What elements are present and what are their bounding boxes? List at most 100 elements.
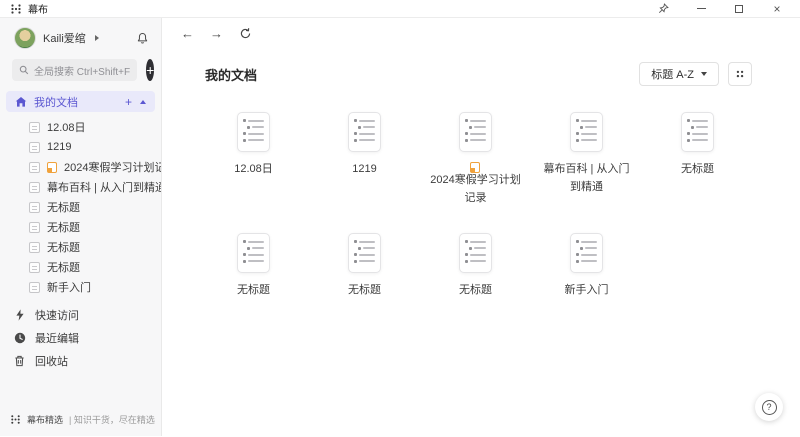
app-title: 幕布 — [28, 1, 48, 16]
document-card[interactable]: 无标题 — [642, 112, 753, 207]
sidebar-doc-item[interactable]: 无标题 — [0, 217, 161, 237]
orange-book-icon — [470, 162, 480, 173]
user-name: Kaili爱绾 — [43, 30, 86, 46]
help-button[interactable]: ? — [755, 393, 783, 421]
sidebar-doc-item[interactable]: 新手入门 — [0, 277, 161, 297]
sidebar-doc-item[interactable]: 2024寒假学习计划记录 — [0, 157, 161, 177]
outline-doc-icon — [681, 112, 714, 152]
card-title: 幕布百科 | 从入门到精通 — [539, 161, 635, 196]
document-icon — [29, 122, 40, 133]
orange-book-icon — [47, 162, 57, 173]
document-icon — [29, 242, 40, 253]
document-card[interactable]: 2024寒假学习计划记录 — [420, 112, 531, 207]
pin-window-icon[interactable] — [656, 3, 670, 15]
app-logo-icon — [10, 3, 22, 15]
mubu-picks-banner[interactable]: 幕布精选 | 知识干货，尽在精选 — [0, 413, 161, 436]
sort-dropdown[interactable]: 标题 A-Z — [639, 62, 719, 86]
outline-doc-icon — [348, 112, 381, 152]
trash-icon — [13, 355, 26, 367]
back-arrow-icon[interactable]: ← — [181, 27, 194, 40]
grid-view-icon — [735, 69, 745, 79]
document-icon — [29, 162, 40, 173]
help-icon: ? — [762, 400, 777, 415]
user-account-row[interactable]: Kaili爱绾 — [0, 18, 161, 54]
sidebar-doc-item[interactable]: 无标题 — [0, 257, 161, 277]
doc-title: 新手入门 — [47, 279, 91, 295]
doc-title: 无标题 — [47, 199, 80, 215]
sidebar-doc-item[interactable]: 幕布百科 | 从入门到精通 — [0, 177, 161, 197]
add-doc-icon[interactable]: + — [125, 96, 132, 108]
document-card[interactable]: 无标题 — [309, 233, 420, 300]
document-card[interactable]: 幕布百科 | 从入门到精通 — [531, 112, 642, 207]
search-placeholder: 全局搜索 Ctrl+Shift+F — [34, 63, 130, 78]
doc-title: 幕布百科 | 从入门到精通 — [47, 179, 161, 195]
outline-doc-icon — [237, 112, 270, 152]
sidebar-item-trash[interactable]: 回收站 — [0, 349, 161, 372]
outline-doc-icon — [570, 233, 603, 273]
document-icon — [29, 142, 40, 153]
sidebar-item-quick-access[interactable]: 快速访问 — [0, 303, 161, 326]
sidebar-doc-item[interactable]: 12.08日 — [0, 117, 161, 137]
doc-title: 2024寒假学习计划记录 — [64, 159, 161, 175]
sidebar-doc-item[interactable]: 无标题 — [0, 237, 161, 257]
sidebar-doc-item[interactable]: 1219 — [0, 137, 161, 157]
outline-doc-icon — [459, 233, 492, 273]
refresh-icon[interactable] — [239, 27, 252, 40]
window-titlebar: 幕布 × — [0, 0, 800, 18]
global-search-input[interactable]: 全局搜索 Ctrl+Shift+F — [12, 59, 137, 81]
outline-doc-icon — [570, 112, 603, 152]
clock-icon — [13, 332, 26, 344]
new-document-button[interactable]: + — [146, 59, 154, 81]
card-title: 无标题 — [348, 282, 381, 300]
document-icon — [29, 262, 40, 273]
doc-title: 无标题 — [47, 239, 80, 255]
minimize-icon[interactable] — [694, 3, 708, 15]
doc-title: 无标题 — [47, 259, 80, 275]
sidebar-item-my-docs[interactable]: 我的文档 + — [6, 91, 155, 112]
card-title: 无标题 — [237, 282, 270, 300]
collapse-caret-icon[interactable] — [140, 100, 146, 104]
document-card[interactable]: 1219 — [309, 112, 420, 207]
outline-doc-icon — [459, 112, 492, 152]
mubu-logo-icon — [10, 414, 21, 425]
sidebar: Kaili爱绾 全局搜索 Ctrl+Shift+F + — [0, 18, 162, 436]
card-title: 无标题 — [681, 161, 714, 179]
sidebar-item-recent-edits[interactable]: 最近编辑 — [0, 326, 161, 349]
user-menu-caret-icon — [95, 35, 99, 41]
document-grid: 12.08日 1219 2024寒假学习计划记录 — [198, 112, 800, 300]
document-card[interactable]: 12.08日 — [198, 112, 309, 207]
chevron-down-icon — [701, 72, 707, 76]
card-title: 1219 — [352, 161, 376, 179]
outline-doc-icon — [348, 233, 381, 273]
search-icon — [19, 65, 29, 75]
footer-tagline: | 知识干货，尽在精选 — [69, 413, 155, 426]
sidebar-doc-list: 12.08日 1219 2024寒假学习计划记录 幕布百科 | 从入门到精通 无… — [0, 112, 161, 297]
forward-arrow-icon[interactable]: → — [210, 27, 223, 40]
document-card[interactable]: 无标题 — [198, 233, 309, 300]
document-icon — [29, 222, 40, 233]
main-content: ← → 我的文档 标题 A-Z — [162, 18, 800, 436]
notifications-bell-icon[interactable] — [136, 32, 149, 45]
document-icon — [29, 182, 40, 193]
home-icon — [15, 96, 27, 108]
document-card[interactable]: 新手入门 — [531, 233, 642, 300]
maximize-icon[interactable] — [732, 3, 746, 15]
document-card[interactable]: 无标题 — [420, 233, 531, 300]
doc-title: 1219 — [47, 141, 71, 153]
close-icon[interactable]: × — [770, 3, 784, 15]
document-icon — [29, 282, 40, 293]
card-title: 新手入门 — [565, 282, 609, 300]
card-title: 2024寒假学习计划记录 — [428, 161, 524, 207]
avatar[interactable] — [14, 27, 36, 49]
outline-doc-icon — [237, 233, 270, 273]
grid-view-button[interactable] — [728, 62, 752, 86]
document-icon — [29, 202, 40, 213]
my-docs-label: 我的文档 — [34, 94, 78, 110]
doc-title: 12.08日 — [47, 119, 86, 135]
doc-title: 无标题 — [47, 219, 80, 235]
card-title: 12.08日 — [234, 161, 273, 179]
page-title: 我的文档 — [205, 65, 257, 84]
sidebar-doc-item[interactable]: 无标题 — [0, 197, 161, 217]
footer-brand: 幕布精选 — [27, 413, 63, 426]
lightning-icon — [13, 309, 26, 321]
